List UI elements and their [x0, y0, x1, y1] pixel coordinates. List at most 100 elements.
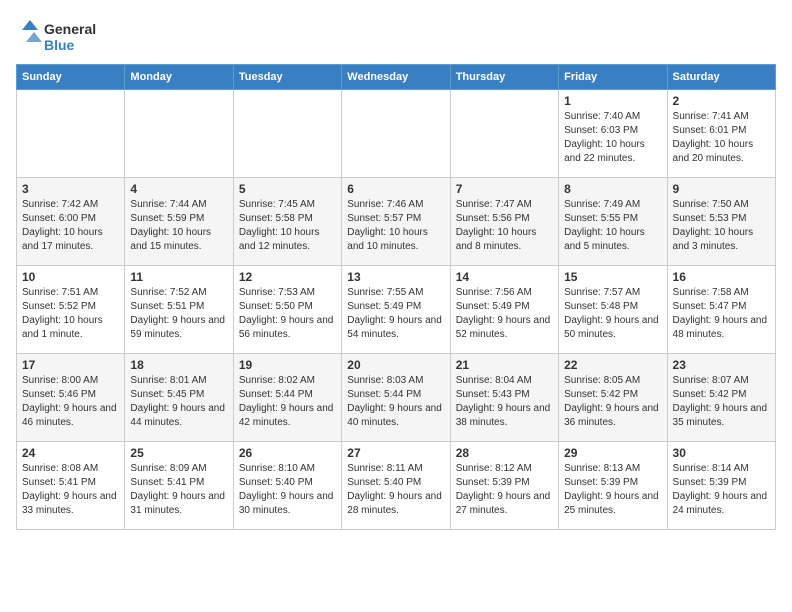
day-number: 16 [673, 270, 770, 284]
calendar-cell: 7 Sunrise: 7:47 AM Sunset: 5:56 PM Daylig… [450, 178, 558, 266]
calendar-cell [233, 90, 341, 178]
calendar-cell: 23 Sunrise: 8:07 AM Sunset: 5:42 PM Dayli… [667, 354, 775, 442]
day-number: 22 [564, 358, 661, 372]
day-info: Sunrise: 7:56 AM Sunset: 5:49 PM Dayligh… [456, 286, 553, 342]
day-info: Sunrise: 7:57 AM Sunset: 5:48 PM Dayligh… [564, 286, 661, 342]
calendar-cell: 30Sunrise: 8:14 AM Sunset: 5:39 PM Dayli… [667, 442, 775, 530]
calendar-cell: 14 Sunrise: 7:56 AM Sunset: 5:49 PM Dayli… [450, 266, 558, 354]
logo-svg: General Blue [16, 16, 106, 56]
page-header: General Blue [16, 16, 776, 56]
day-number: 24 [22, 446, 119, 460]
day-info: Sunrise: 7:51 AM Sunset: 5:52 PM Dayligh… [22, 286, 119, 342]
calendar-cell [450, 90, 558, 178]
calendar-cell: 11 Sunrise: 7:52 AM Sunset: 5:51 PM Dayli… [125, 266, 233, 354]
calendar-cell [17, 90, 125, 178]
calendar-cell: 15 Sunrise: 7:57 AM Sunset: 5:48 PM Dayli… [559, 266, 667, 354]
day-number: 23 [673, 358, 770, 372]
calendar-week-2: 3 Sunrise: 7:42 AM Sunset: 6:00 PM Daylig… [17, 178, 776, 266]
day-number: 11 [130, 270, 227, 284]
day-info: Sunrise: 7:42 AM Sunset: 6:00 PM Dayligh… [22, 198, 119, 254]
day-number: 30 [673, 446, 770, 460]
calendar-cell: 24 Sunrise: 8:08 AM Sunset: 5:41 PM Dayli… [17, 442, 125, 530]
day-number: 2 [673, 94, 770, 108]
weekday-header-tuesday: Tuesday [233, 65, 341, 90]
day-info: Sunrise: 7:55 AM Sunset: 5:49 PM Dayligh… [347, 286, 444, 342]
calendar-cell: 17Sunrise: 8:00 AM Sunset: 5:46 PM Dayli… [17, 354, 125, 442]
day-info: Sunrise: 7:45 AM Sunset: 5:58 PM Dayligh… [239, 198, 336, 254]
day-number: 29 [564, 446, 661, 460]
weekday-header-wednesday: Wednesday [342, 65, 450, 90]
day-info: Sunrise: 7:52 AM Sunset: 5:51 PM Dayligh… [130, 286, 227, 342]
day-info: Sunrise: 7:41 AM Sunset: 6:01 PM Dayligh… [673, 110, 770, 166]
calendar-body: 1 Sunrise: 7:40 AM Sunset: 6:03 PM Daylig… [17, 90, 776, 530]
calendar-header: SundayMondayTuesdayWednesdayThursdayFrid… [17, 65, 776, 90]
day-info: Sunrise: 8:05 AM Sunset: 5:42 PM Dayligh… [564, 374, 661, 430]
day-info: Sunrise: 7:49 AM Sunset: 5:55 PM Dayligh… [564, 198, 661, 254]
day-info: Sunrise: 7:44 AM Sunset: 5:59 PM Dayligh… [130, 198, 227, 254]
calendar-cell [342, 90, 450, 178]
calendar-week-5: 24 Sunrise: 8:08 AM Sunset: 5:41 PM Dayli… [17, 442, 776, 530]
day-number: 10 [22, 270, 119, 284]
calendar-cell: 19 Sunrise: 8:02 AM Sunset: 5:44 PM Dayli… [233, 354, 341, 442]
day-number: 28 [456, 446, 553, 460]
day-number: 9 [673, 182, 770, 196]
calendar-cell [125, 90, 233, 178]
calendar-cell: 3 Sunrise: 7:42 AM Sunset: 6:00 PM Daylig… [17, 178, 125, 266]
day-number: 21 [456, 358, 553, 372]
day-number: 15 [564, 270, 661, 284]
day-number: 25 [130, 446, 227, 460]
day-info: Sunrise: 7:46 AM Sunset: 5:57 PM Dayligh… [347, 198, 444, 254]
calendar-week-3: 10 Sunrise: 7:51 AM Sunset: 5:52 PM Dayli… [17, 266, 776, 354]
day-info: Sunrise: 8:11 AM Sunset: 5:40 PM Dayligh… [347, 462, 444, 518]
day-number: 3 [22, 182, 119, 196]
day-number: 27 [347, 446, 444, 460]
day-number: 4 [130, 182, 227, 196]
day-info: Sunrise: 8:07 AM Sunset: 5:42 PM Dayligh… [673, 374, 770, 430]
calendar-cell: 9 Sunrise: 7:50 AM Sunset: 5:53 PM Daylig… [667, 178, 775, 266]
day-number: 13 [347, 270, 444, 284]
day-info: Sunrise: 8:12 AM Sunset: 5:39 PM Dayligh… [456, 462, 553, 518]
day-info: Sunrise: 7:50 AM Sunset: 5:53 PM Dayligh… [673, 198, 770, 254]
day-info: Sunrise: 8:13 AM Sunset: 5:39 PM Dayligh… [564, 462, 661, 518]
calendar-cell: 8 Sunrise: 7:49 AM Sunset: 5:55 PM Daylig… [559, 178, 667, 266]
day-info: Sunrise: 8:08 AM Sunset: 5:41 PM Dayligh… [22, 462, 119, 518]
day-info: Sunrise: 8:02 AM Sunset: 5:44 PM Dayligh… [239, 374, 336, 430]
calendar-cell: 18Sunrise: 8:01 AM Sunset: 5:45 PM Dayli… [125, 354, 233, 442]
day-info: Sunrise: 7:47 AM Sunset: 5:56 PM Dayligh… [456, 198, 553, 254]
calendar-cell: 21Sunrise: 8:04 AM Sunset: 5:43 PM Dayli… [450, 354, 558, 442]
calendar-cell: 29 Sunrise: 8:13 AM Sunset: 5:39 PM Dayli… [559, 442, 667, 530]
calendar-cell: 27 Sunrise: 8:11 AM Sunset: 5:40 PM Dayli… [342, 442, 450, 530]
day-number: 26 [239, 446, 336, 460]
svg-text:Blue: Blue [44, 37, 75, 53]
day-number: 6 [347, 182, 444, 196]
calendar-cell: 4 Sunrise: 7:44 AM Sunset: 5:59 PM Daylig… [125, 178, 233, 266]
day-info: Sunrise: 8:03 AM Sunset: 5:44 PM Dayligh… [347, 374, 444, 430]
day-number: 18 [130, 358, 227, 372]
calendar-cell: 16 Sunrise: 7:58 AM Sunset: 5:47 PM Dayli… [667, 266, 775, 354]
day-number: 8 [564, 182, 661, 196]
weekday-header-row: SundayMondayTuesdayWednesdayThursdayFrid… [17, 65, 776, 90]
day-info: Sunrise: 8:10 AM Sunset: 5:40 PM Dayligh… [239, 462, 336, 518]
calendar-cell: 28 Sunrise: 8:12 AM Sunset: 5:39 PM Dayli… [450, 442, 558, 530]
day-number: 7 [456, 182, 553, 196]
calendar-week-1: 1 Sunrise: 7:40 AM Sunset: 6:03 PM Daylig… [17, 90, 776, 178]
day-number: 20 [347, 358, 444, 372]
day-number: 19 [239, 358, 336, 372]
day-number: 17 [22, 358, 119, 372]
day-info: Sunrise: 7:40 AM Sunset: 6:03 PM Dayligh… [564, 110, 661, 166]
weekday-header-thursday: Thursday [450, 65, 558, 90]
calendar-cell: 5 Sunrise: 7:45 AM Sunset: 5:58 PM Daylig… [233, 178, 341, 266]
day-number: 14 [456, 270, 553, 284]
calendar-cell: 12Sunrise: 7:53 AM Sunset: 5:50 PM Dayli… [233, 266, 341, 354]
weekday-header-saturday: Saturday [667, 65, 775, 90]
weekday-header-sunday: Sunday [17, 65, 125, 90]
calendar-cell: 6 Sunrise: 7:46 AM Sunset: 5:57 PM Daylig… [342, 178, 450, 266]
day-info: Sunrise: 7:58 AM Sunset: 5:47 PM Dayligh… [673, 286, 770, 342]
weekday-header-friday: Friday [559, 65, 667, 90]
svg-text:General: General [44, 21, 96, 37]
calendar-cell: 2 Sunrise: 7:41 AM Sunset: 6:01 PM Daylig… [667, 90, 775, 178]
day-info: Sunrise: 8:09 AM Sunset: 5:41 PM Dayligh… [130, 462, 227, 518]
day-number: 5 [239, 182, 336, 196]
calendar-cell: 26 Sunrise: 8:10 AM Sunset: 5:40 PM Dayli… [233, 442, 341, 530]
day-number: 1 [564, 94, 661, 108]
